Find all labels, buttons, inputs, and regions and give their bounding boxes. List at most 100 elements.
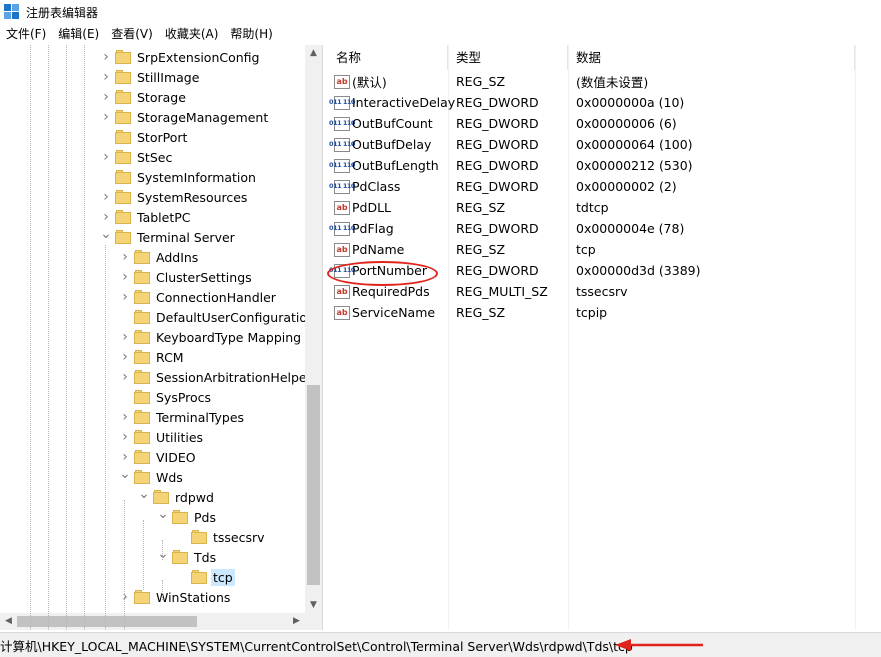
tree-item[interactable]: › ClusterSettings [119,267,254,287]
tree-item-label: VIDEO [156,449,196,465]
value-type: REG_DWORD [456,116,539,131]
expand-chevron-right-icon[interactable]: › [119,369,131,385]
registry-tree[interactable]: › WinStations tcp ⌄ Tds tssecsrv ⌄ Pds ⌄ rdpwd ⌄ Wd… [0,45,323,630]
expand-chevron-right-icon[interactable]: › [119,269,131,285]
expand-chevron-down-icon[interactable]: ⌄ [157,506,169,522]
expand-chevron-right-icon[interactable]: › [100,149,112,165]
expand-chevron-right-icon[interactable]: › [119,249,131,265]
tree-item-label: Terminal Server [137,229,235,245]
hscroll-thumb[interactable] [17,616,197,627]
value-name-cell: ab PdDLL [328,200,448,215]
tree-item[interactable]: tssecsrv [176,527,267,547]
expand-chevron-right-icon[interactable]: › [100,89,112,105]
menu-file[interactable]: 文件(F) [0,24,52,45]
scroll-left-arrow-icon[interactable]: ◀ [0,613,17,630]
scroll-up-arrow-icon[interactable]: ▲ [305,45,322,61]
folder-icon [191,570,207,584]
tree-item[interactable]: › StillImage [100,67,201,87]
expand-chevron-right-icon[interactable]: › [119,429,131,445]
tree-vertical-scrollbar[interactable]: ▲ ▼ [305,45,322,613]
tree-item[interactable]: › StorageManagement [100,107,270,127]
menu-edit[interactable]: 编辑(E) [52,24,105,45]
expand-chevron-right-icon[interactable]: › [119,289,131,305]
value-row[interactable]: 011 110 OutBufCount REG_DWORD 0x00000006 (6… [328,113,881,134]
value-row[interactable]: ab ServiceName REG_SZ tcpip [328,302,881,323]
value-row[interactable]: 011 110 OutBufDelay REG_DWORD 0x00000064 (1… [328,134,881,155]
column-header-data[interactable]: 数据 [568,45,855,70]
value-row[interactable]: ab RequiredPds REG_MULTI_SZ tssecsrv [328,281,881,302]
value-row[interactable]: 011 110 PdFlag REG_DWORD 0x0000004e (78) [328,218,881,239]
tree-item[interactable]: DefaultUserConfiguration [119,307,317,327]
tree-item-label: SystemResources [137,189,248,205]
expand-chevron-right-icon[interactable]: › [119,329,131,345]
value-row[interactable]: ab PdDLL REG_SZ tdtcp [328,197,881,218]
tree-item-label: StorageManagement [137,109,269,125]
tree-item[interactable]: › SrpExtensionConfig [100,47,261,67]
scroll-down-arrow-icon[interactable]: ▼ [305,597,322,613]
expand-chevron-down-icon[interactable]: ⌄ [100,226,112,242]
column-header-name[interactable]: 名称 [328,45,448,70]
tree-item[interactable]: StorPort [100,127,189,147]
tree-item[interactable]: SystemInformation [100,167,258,187]
tree-item[interactable]: tcp [176,567,235,587]
tree-item[interactable]: › TabletPC [100,207,193,227]
tree-item[interactable]: › WinStations [119,587,232,607]
expand-chevron-right-icon[interactable]: › [119,349,131,365]
expand-chevron-right-icon[interactable]: › [100,189,112,205]
tree-item[interactable]: ⌄ Wds [119,466,185,487]
tree-item[interactable]: ⌄ Pds [157,506,218,527]
value-name-cell: 011 110 PortNumber [327,261,448,286]
menu-favorites[interactable]: 收藏夹(A) [159,24,225,45]
scroll-right-arrow-icon[interactable]: ▶ [288,613,305,630]
value-row[interactable]: 011 110 PdClass REG_DWORD 0x00000002 (2) [328,176,881,197]
menu-view[interactable]: 查看(V) [105,24,159,45]
expand-chevron-down-icon[interactable]: ⌄ [138,486,150,502]
tree-guide-line [105,245,106,630]
tree-item[interactable]: › StSec [100,147,174,167]
tree-item[interactable]: › VIDEO [119,447,198,467]
menu-help[interactable]: 帮助(H) [224,24,278,45]
tree-item[interactable]: › AddIns [119,247,200,267]
binary-value-icon: 011 110 [329,263,355,278]
value-row[interactable]: 011 110 PortNumber REG_DWORD 0x00000d3d (33… [327,260,881,286]
expand-chevron-right-icon[interactable]: › [100,209,112,225]
expand-chevron-down-icon[interactable]: ⌄ [157,546,169,562]
scroll-thumb[interactable] [307,385,320,585]
tree-item-label: tssecsrv [213,529,265,545]
expand-chevron-right-icon[interactable]: › [100,69,112,85]
tree-guide-line [48,45,49,630]
tree-item[interactable]: ⌄ Tds [157,546,218,567]
tree-horizontal-scrollbar[interactable]: ◀ ▶ [0,613,305,630]
tree-item[interactable]: › TerminalTypes [119,407,246,427]
folder-icon [134,450,150,464]
value-name: ServiceName [352,305,436,320]
tree-item[interactable]: › Utilities [119,427,205,447]
folder-icon [134,590,150,604]
value-type: REG_DWORD [456,179,539,194]
value-row[interactable]: ab (默认) REG_SZ (数值未设置) [328,71,881,92]
expand-chevron-right-icon[interactable]: › [100,49,112,65]
folder-icon [172,510,188,524]
value-row[interactable]: 011 110 InteractiveDelay REG_DWORD 0x000000… [328,92,881,113]
tree-item[interactable]: › ConnectionHandler [119,287,278,307]
expand-chevron-down-icon[interactable]: ⌄ [119,466,131,482]
value-row[interactable]: 011 110 OutBufLength REG_DWORD 0x00000212 (… [328,155,881,176]
tree-item[interactable]: › SystemResources [100,187,249,207]
tree-item[interactable]: ⌄ Terminal Server [100,226,237,247]
value-data: tcp [576,242,596,257]
tree-item[interactable]: › SessionArbitrationHelper [119,367,314,387]
tree-item[interactable]: › KeyboardType Mapping [119,327,303,347]
expand-chevron-right-icon[interactable]: › [119,409,131,425]
tree-item[interactable]: › Storage [100,87,188,107]
tree-item[interactable]: ⌄ rdpwd [138,486,216,507]
expand-chevron-right-icon[interactable]: › [100,109,112,125]
value-data: 0x0000004e (78) [576,221,685,236]
tree-item[interactable]: › RCM [119,347,186,367]
tree-guide-line [162,580,163,600]
value-row[interactable]: ab PdName REG_SZ tcp [328,239,881,260]
expand-chevron-right-icon[interactable]: › [119,449,131,465]
values-list[interactable]: 名称 类型 数据 ab (默认) REG_SZ (数值未设置) 011 110 Inter… [327,45,881,630]
expand-chevron-right-icon[interactable]: › [119,589,131,605]
column-header-type[interactable]: 类型 [448,45,568,70]
tree-item[interactable]: SysProcs [119,387,213,407]
